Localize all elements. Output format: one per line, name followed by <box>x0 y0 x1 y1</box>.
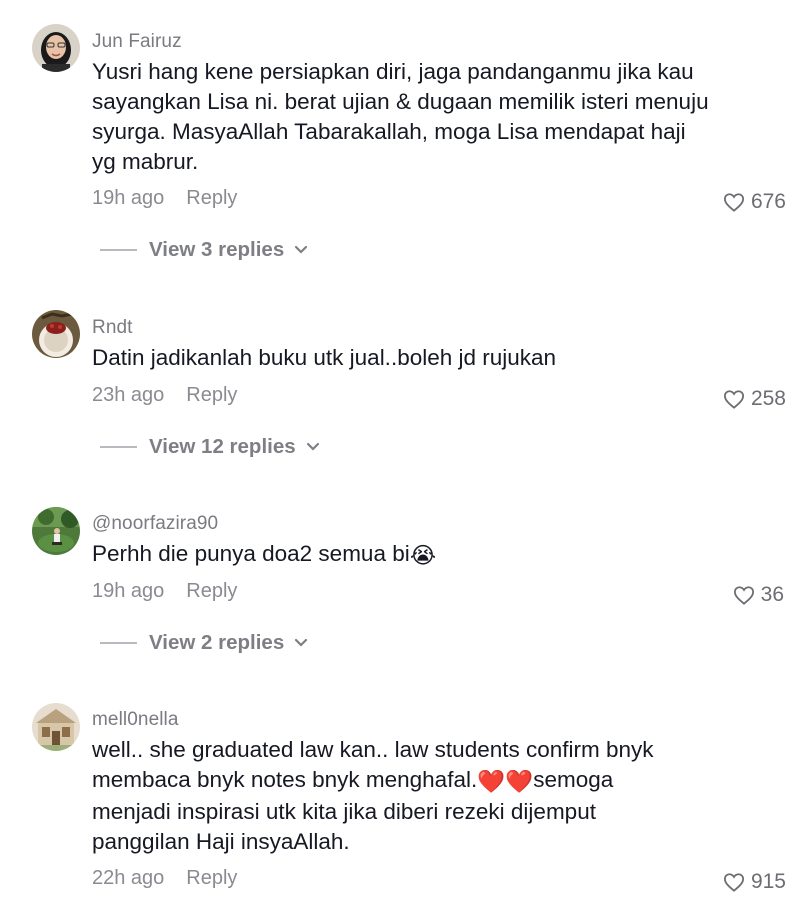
comment-meta: 19h ago Reply <box>92 187 237 210</box>
view-replies-button[interactable]: View 2 replies <box>100 631 308 655</box>
like-button[interactable]: 36 <box>733 583 784 607</box>
view-replies-button[interactable]: View 3 replies <box>100 238 308 262</box>
reply-button[interactable]: Reply <box>186 580 237 603</box>
comment-text-body: Perhh die punya doa2 semua bi <box>92 541 410 566</box>
comment-username[interactable]: mell0nella <box>92 709 179 731</box>
heart-outline-icon <box>723 873 744 892</box>
red-heart-emoji: ❤️❤️ <box>477 769 534 794</box>
divider-line <box>100 446 137 448</box>
heart-outline-icon <box>723 193 744 212</box>
avatar[interactable] <box>32 703 80 751</box>
chevron-down-icon <box>295 245 308 254</box>
like-button[interactable]: 915 <box>723 870 786 894</box>
avatar[interactable] <box>32 507 80 555</box>
comment-username[interactable]: Jun Fairuz <box>92 31 182 53</box>
comment-text: Datin jadikanlah buku utk jual..boleh jd… <box>92 345 557 370</box>
view-replies-label: View 3 replies <box>149 238 285 261</box>
divider-line <box>100 642 137 644</box>
chevron-down-icon <box>306 442 319 451</box>
comment-timestamp: 22h ago <box>92 867 165 889</box>
like-button[interactable]: 676 <box>723 190 786 214</box>
comment-timestamp: 23h ago <box>92 384 165 406</box>
heart-outline-icon <box>733 586 754 605</box>
divider-line <box>100 249 137 251</box>
comment-username[interactable]: @noorfazira90 <box>92 513 218 535</box>
reply-button[interactable]: Reply <box>186 187 237 210</box>
comment-text: Yusri hang kene persiapkan diri, jaga pa… <box>92 59 709 174</box>
avatar[interactable] <box>32 24 80 72</box>
comment-username[interactable]: Rndt <box>92 317 133 339</box>
like-count: 258 <box>750 387 786 410</box>
like-count: 915 <box>750 870 786 893</box>
crying-face-emoji: 😭 <box>409 543 437 568</box>
view-replies-label: View 2 replies <box>149 631 285 654</box>
like-count: 676 <box>750 190 786 213</box>
comment-meta: 19h ago Reply <box>92 580 237 603</box>
like-count: 36 <box>760 583 784 606</box>
view-replies-button[interactable]: View 12 replies <box>100 435 320 459</box>
comment-text: well.. she graduated law kan.. law stude… <box>92 735 692 857</box>
comment-timestamp: 19h ago <box>92 187 165 209</box>
comment-meta: 22h ago Reply <box>92 867 237 890</box>
comment-timestamp: 19h ago <box>92 580 165 602</box>
chevron-down-icon <box>295 638 308 647</box>
comment-item: Jun Fairuz Yusri hang kene persiapkan di… <box>0 0 804 290</box>
like-button[interactable]: 258 <box>723 387 786 411</box>
reply-button[interactable]: Reply <box>186 384 237 407</box>
comment-text: Perhh die punya doa2 semua bi😭 <box>92 539 722 571</box>
reply-button[interactable]: Reply <box>186 867 237 890</box>
view-replies-label: View 12 replies <box>149 435 296 458</box>
comment-meta: 23h ago Reply <box>92 384 237 407</box>
avatar[interactable] <box>32 310 80 358</box>
heart-outline-icon <box>723 390 744 409</box>
